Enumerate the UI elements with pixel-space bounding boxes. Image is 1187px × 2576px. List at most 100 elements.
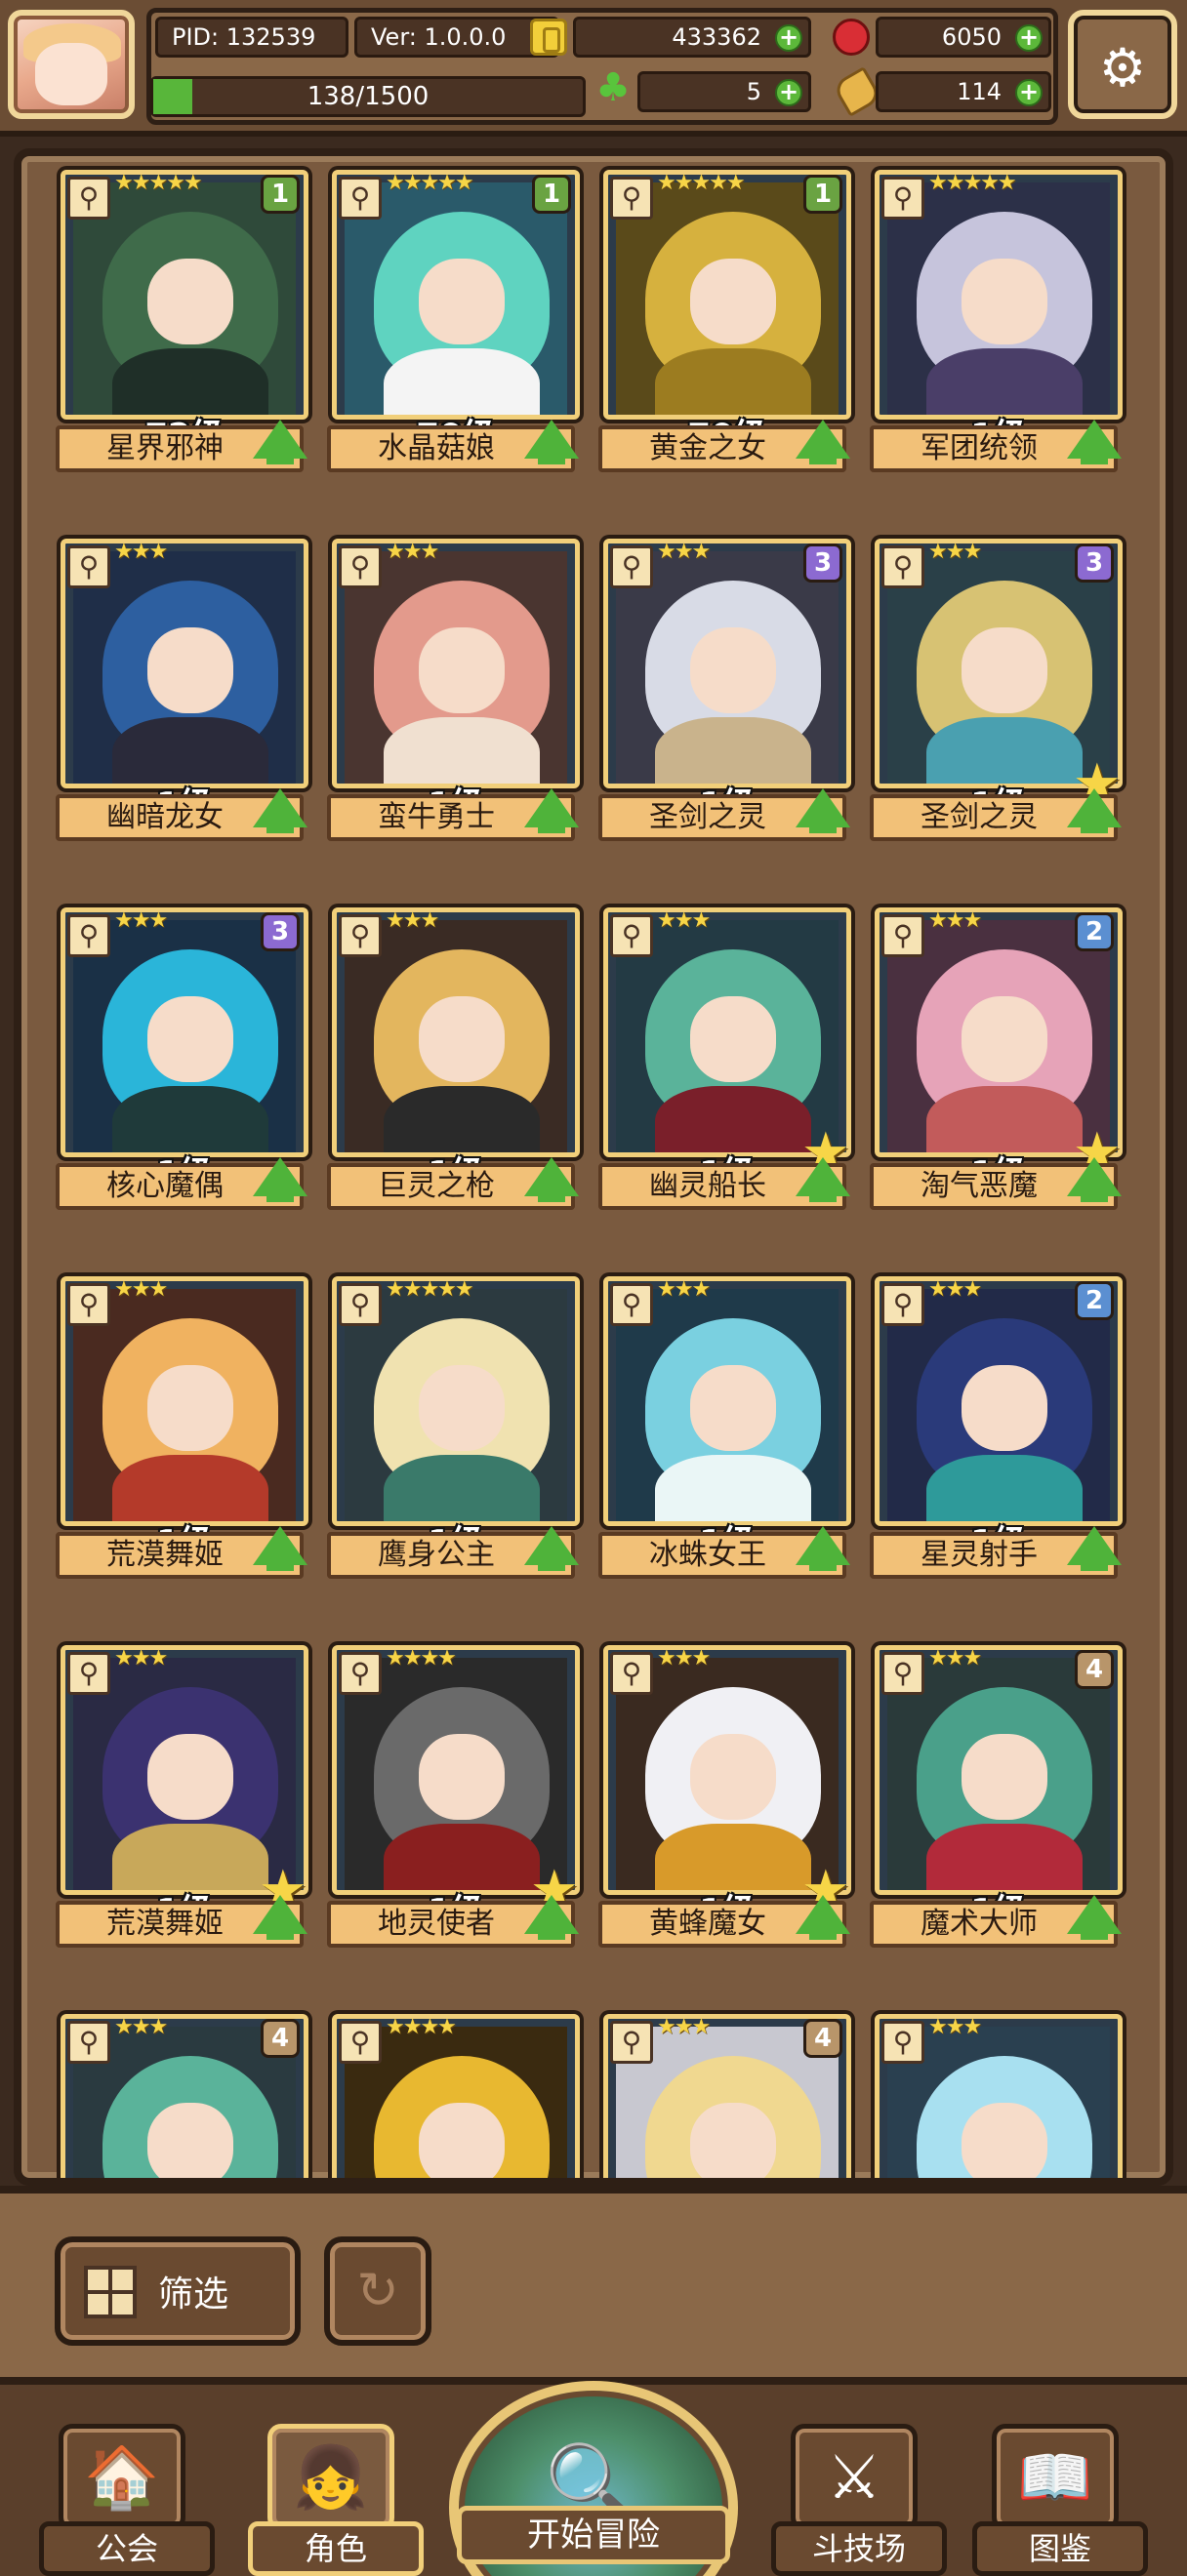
character-name: 鹰身公主 — [378, 1538, 495, 1572]
character-card[interactable]: ⚲★★★1级★ — [603, 1645, 851, 1931]
level-up-arrow-icon[interactable] — [524, 1895, 579, 1940]
portrait-body — [926, 1455, 1083, 1521]
star-rating: ★★★★ — [386, 1646, 457, 1670]
character-card[interactable]: ⚲★★★1级 — [332, 907, 580, 1193]
character-card[interactable]: ⚲★★★★★1级 — [332, 1276, 580, 1562]
character-card[interactable]: ⚲★★★31级 — [61, 907, 308, 1193]
character-card-slot: ⚲★★★★★170级水晶菇娘 — [327, 170, 580, 472]
level-up-arrow-icon[interactable] — [796, 420, 850, 464]
character-card[interactable]: ⚲★★★1级 — [61, 539, 308, 825]
star-rating: ★★★ — [928, 1277, 982, 1302]
level-up-arrow-icon[interactable] — [796, 1157, 850, 1202]
nav-characters[interactable]: 👧 角色 — [248, 2424, 424, 2576]
character-card-slot: ⚲★★★1级蛮牛勇士 — [327, 539, 580, 841]
gem-counter[interactable]: 6050 + — [876, 17, 1051, 58]
character-card[interactable]: ⚲★★★1级 — [332, 539, 580, 825]
star-rating: ★★★ — [657, 540, 711, 564]
food-counter[interactable]: 114 + — [876, 71, 1051, 112]
weapon-type-icon: ⚲ — [67, 914, 110, 957]
clover-counter[interactable]: 5 + — [637, 71, 811, 112]
level-up-arrow-icon[interactable] — [796, 1526, 850, 1571]
character-nameplate: 魔术大师 — [870, 1895, 1122, 1948]
level-up-arrow-icon[interactable] — [796, 788, 850, 833]
character-list-panel[interactable]: ⚲★★★★★172级星界邪神⚲★★★★★170级水晶菇娘⚲★★★★★170级黄金… — [14, 148, 1173, 2186]
star-rating: ★★★★★ — [114, 171, 203, 195]
level-up-arrow-icon[interactable] — [1067, 788, 1122, 833]
add-gold-button[interactable]: + — [775, 24, 802, 52]
character-name: 军团统领 — [921, 431, 1038, 465]
level-up-arrow-icon[interactable] — [796, 1895, 850, 1940]
character-card-slot: ⚲★★★31级圣剑之灵 — [598, 539, 851, 841]
add-food-button[interactable]: + — [1015, 79, 1043, 106]
level-up-arrow-icon[interactable] — [524, 788, 579, 833]
level-up-arrow-icon[interactable] — [253, 788, 307, 833]
character-name: 淘气恶魔 — [921, 1169, 1038, 1203]
character-name: 星灵射手 — [921, 1538, 1038, 1572]
character-card[interactable]: ⚲★★★1级 — [603, 1276, 851, 1562]
nav-arena[interactable]: ⚔ 斗技场 — [771, 2424, 947, 2576]
portrait-face — [962, 1734, 1047, 1820]
character-card[interactable]: ⚲★★★1级★ — [61, 1645, 308, 1931]
character-card[interactable]: ⚲ ★★★ 4 — [603, 2014, 851, 2178]
add-clover-button[interactable]: + — [775, 79, 802, 106]
character-card[interactable]: ⚲★★★21级 — [875, 1276, 1123, 1562]
weapon-type-icon: ⚲ — [339, 545, 382, 588]
portrait-body — [384, 348, 540, 415]
level-up-arrow-icon[interactable] — [524, 1526, 579, 1571]
player-avatar[interactable] — [8, 10, 135, 119]
star-rating: ★★★ — [657, 2015, 711, 2039]
level-up-arrow-icon[interactable] — [524, 1157, 579, 1202]
level-up-arrow-icon[interactable] — [253, 1157, 307, 1202]
gold-counter[interactable]: 433362 + — [573, 17, 811, 58]
character-name: 魔术大师 — [921, 1907, 1038, 1941]
portrait-body — [384, 717, 540, 784]
filter-button[interactable]: 筛选 — [55, 2236, 301, 2346]
nav-guild[interactable]: 🏠 公会 — [39, 2424, 215, 2576]
character-card[interactable]: ⚲ ★★★ 4 — [61, 2014, 308, 2178]
character-card[interactable]: ⚲★★★1级★ — [603, 907, 851, 1193]
portrait-body — [926, 717, 1083, 784]
add-gems-button[interactable]: + — [1015, 24, 1043, 52]
portrait-body — [112, 348, 268, 415]
refresh-button[interactable]: ↻ — [324, 2236, 431, 2346]
character-name: 荒漠舞姬 — [106, 1538, 224, 1572]
character-card[interactable]: ⚲ ★★★ — [875, 2014, 1123, 2178]
start-adventure-button[interactable]: 🔍 开始冒险 — [449, 2381, 738, 2576]
portrait-face — [419, 259, 505, 344]
level-up-arrow-icon[interactable] — [253, 420, 307, 464]
weapon-type-icon: ⚲ — [67, 2021, 110, 2064]
character-card[interactable]: ⚲★★★★★170级 — [332, 170, 580, 456]
weapon-type-icon: ⚲ — [67, 545, 110, 588]
character-card[interactable]: ⚲★★★★1级★ — [332, 1645, 580, 1931]
level-up-arrow-icon[interactable] — [1067, 1895, 1122, 1940]
level-up-arrow-icon[interactable] — [1067, 1526, 1122, 1571]
level-up-arrow-icon[interactable] — [524, 420, 579, 464]
character-card[interactable]: ⚲★★★41级 — [875, 1645, 1123, 1931]
filter-bar: 筛选 ↻ — [0, 2186, 1187, 2377]
character-card[interactable]: ⚲★★★★★172级 — [61, 170, 308, 456]
portrait-body — [926, 348, 1083, 415]
character-card[interactable]: ⚲★★★31级★ — [875, 539, 1123, 825]
character-card[interactable]: ⚲★★★★★1级 — [875, 170, 1123, 456]
character-card-slot: ⚲ ★★★ 4 — [603, 2014, 851, 2178]
character-nameplate: 蛮牛勇士 — [327, 788, 579, 841]
character-card[interactable]: ⚲★★★31级 — [603, 539, 851, 825]
character-name: 幽暗龙女 — [106, 800, 224, 834]
experience-bar: 138/1500 — [150, 76, 586, 117]
settings-button[interactable]: ⚙ — [1068, 10, 1177, 119]
character-card[interactable]: ⚲ ★★★★ — [332, 2014, 580, 2178]
portrait-face — [419, 1734, 505, 1820]
character-nameplate: 军团统领 — [870, 420, 1122, 472]
weapon-type-icon: ⚲ — [881, 1283, 924, 1326]
character-card[interactable]: ⚲★★★★★170级 — [603, 170, 851, 456]
level-up-arrow-icon[interactable] — [253, 1895, 307, 1940]
nav-codex[interactable]: 📖 图鉴 — [972, 2424, 1148, 2576]
tier-badge: 3 — [1075, 543, 1114, 583]
nav-arena-label: 斗技场 — [771, 2521, 947, 2576]
character-card[interactable]: ⚲★★★1级 — [61, 1276, 308, 1562]
level-up-arrow-icon[interactable] — [1067, 420, 1122, 464]
level-up-arrow-icon[interactable] — [1067, 1157, 1122, 1202]
character-card[interactable]: ⚲★★★21级★ — [875, 907, 1123, 1193]
character-card-slot: ⚲★★★1级★幽灵船长 — [598, 907, 851, 1210]
level-up-arrow-icon[interactable] — [253, 1526, 307, 1571]
